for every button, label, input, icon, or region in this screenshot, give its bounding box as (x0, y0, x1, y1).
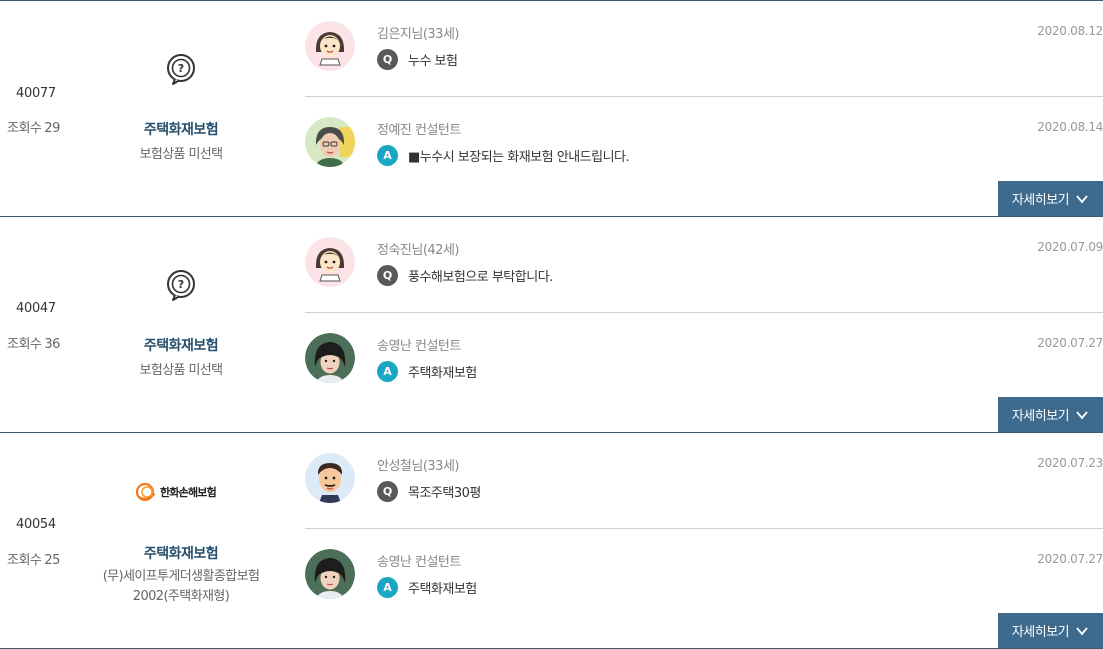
item-meta: 40077 조회수 29 (0, 1, 70, 216)
view-details-button[interactable]: 자세히보기 (998, 181, 1103, 216)
chevron-down-icon (1076, 410, 1088, 419)
qa-divider (305, 96, 1103, 97)
item-meta: 40047 조회수 36 (0, 217, 70, 432)
question-badge: Q (377, 49, 398, 70)
view-count: 조회수 36 (7, 333, 60, 352)
view-details-button[interactable]: 자세히보기 (998, 397, 1103, 432)
product-title[interactable]: 주택화재보험 (90, 119, 272, 139)
answer-badge: A (377, 361, 398, 382)
question-line[interactable]: Q 누수 보험 (377, 49, 458, 70)
qa-divider (305, 528, 1103, 529)
question-line[interactable]: Q 목조주택30평 (377, 481, 481, 502)
product-title[interactable]: 주택화재보험 (90, 335, 272, 355)
item-number: 40054 (16, 517, 56, 532)
answer-line[interactable]: A ■누수시 보장되는 화재보험 안내드립니다. (377, 145, 630, 166)
view-count-label: 조회수 (7, 553, 42, 568)
product-title[interactable]: 주택화재보험 (90, 543, 272, 563)
view-details-label: 자세히보기 (1011, 409, 1070, 424)
answer-author: 정예진 컨설턴트 (377, 123, 461, 138)
question-author: 안성철님(33세) (377, 459, 460, 474)
product-subtitle: 보험상품 미선택 (139, 363, 223, 378)
item-number: 40077 (16, 86, 56, 101)
svg-text:?: ? (178, 278, 184, 291)
company-logo: 한화손해보험 (134, 480, 234, 504)
answer-text: 주택화재보험 (408, 582, 477, 597)
question-author: 김은지님(33세) (377, 27, 460, 42)
product-info: ? 주택화재보험 보험상품 미선택 (90, 217, 272, 432)
item-meta: 40054 조회수 25 (0, 433, 70, 648)
view-details-label: 자세히보기 (1011, 625, 1070, 640)
answer-date: 2020.08.14 (1037, 120, 1103, 134)
item-number: 40047 (16, 301, 56, 316)
view-count-value: 29 (44, 121, 60, 136)
answer-badge: A (377, 577, 398, 598)
answer-date: 2020.07.27 (1037, 552, 1103, 566)
view-details-button[interactable]: 자세히보기 (998, 613, 1103, 648)
question-text: 풍수해보험으로 부탁합니다. (408, 270, 553, 285)
question-text: 목조주택30평 (408, 486, 481, 501)
view-count: 조회수 25 (7, 549, 60, 568)
answer-text: 주택화재보험 (408, 366, 477, 381)
qa-list-item: 40047 조회수 36 ? 주택화재보험 보험상품 미선택 정숙진님(42세)… (0, 217, 1103, 433)
consultant-photo (305, 117, 355, 167)
question-date: 2020.08.12 (1037, 24, 1103, 38)
male-avatar (305, 453, 355, 503)
view-details-label: 자세히보기 (1011, 193, 1070, 208)
answer-line[interactable]: A 주택화재보험 (377, 577, 477, 598)
view-count-label: 조회수 (7, 121, 42, 136)
consultant-photo (305, 333, 355, 383)
question-date: 2020.07.09 (1037, 240, 1103, 254)
hanwha-logo-icon (135, 482, 156, 502)
chevron-down-icon (1076, 626, 1088, 635)
qa-divider (305, 312, 1103, 313)
question-line[interactable]: Q 풍수해보험으로 부탁합니다. (377, 265, 553, 286)
qa-thread: 안성철님(33세) 2020.07.23 Q 목조주택30평 송영난 컨설턴트 … (305, 433, 1103, 648)
female-avatar (305, 21, 355, 71)
answer-author: 송영난 컨설턴트 (377, 339, 461, 354)
qa-thread: 정숙진님(42세) 2020.07.09 Q 풍수해보험으로 부탁합니다. 송영… (305, 217, 1103, 432)
answer-badge: A (377, 145, 398, 166)
question-badge: Q (377, 481, 398, 502)
question-text: 누수 보험 (408, 54, 458, 69)
svg-text:?: ? (178, 62, 184, 75)
question-date: 2020.07.23 (1037, 456, 1103, 470)
view-count-label: 조회수 (7, 337, 42, 352)
product-subtitle-line2: 2002(주택화재형) (132, 589, 230, 604)
product-subtitle: (무)세이프투게더생활종합보험 (102, 569, 260, 584)
chevron-down-icon (1076, 194, 1088, 203)
product-info: ? 주택화재보험 보험상품 미선택 (90, 1, 272, 216)
view-count: 조회수 29 (7, 117, 60, 136)
product-subtitle: 보험상품 미선택 (139, 147, 223, 162)
view-count-value: 36 (44, 337, 60, 352)
qa-list-item: 40077 조회수 29 ? 주택화재보험 보험상품 미선택 김은지님(33세)… (0, 1, 1103, 217)
question-author: 정숙진님(42세) (377, 243, 460, 258)
question-badge: Q (377, 265, 398, 286)
product-info: 한화손해보험 주택화재보험 (무)세이프투게더생활종합보험 2002(주택화재형… (90, 433, 272, 648)
female-avatar (305, 237, 355, 287)
answer-text: ■누수시 보장되는 화재보험 안내드립니다. (408, 150, 630, 165)
answer-author: 송영난 컨설턴트 (377, 555, 461, 570)
question-bubble-icon: ? (167, 54, 195, 85)
qa-list-item: 40054 조회수 25 한화손해보험 주택화재보험 (무)세이프투게더생활종합보… (0, 433, 1103, 649)
question-bubble-icon: ? (167, 270, 195, 301)
qa-thread: 김은지님(33세) 2020.08.12 Q 누수 보험 정예진 컨설턴트 20… (305, 1, 1103, 216)
answer-date: 2020.07.27 (1037, 336, 1103, 350)
view-count-value: 25 (44, 553, 60, 568)
answer-line[interactable]: A 주택화재보험 (377, 361, 477, 382)
consultant-photo (305, 549, 355, 599)
company-logo-text: 한화손해보험 (160, 486, 217, 499)
